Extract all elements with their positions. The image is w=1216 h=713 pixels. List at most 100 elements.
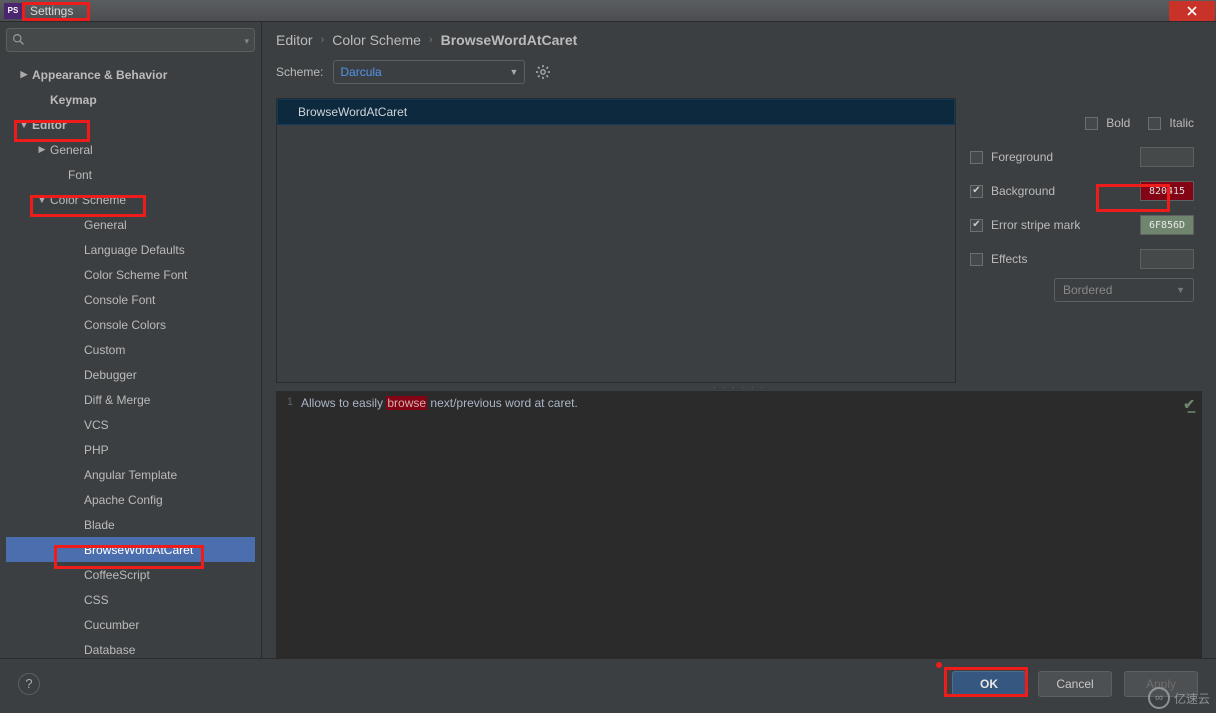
highlighted-word: browse: [386, 396, 427, 410]
foreground-checkbox[interactable]: [970, 151, 983, 164]
background-swatch[interactable]: 820415: [1140, 181, 1194, 201]
settings-tree[interactable]: ▶Appearance & BehaviorKeymap▼Editor▶Gene…: [6, 58, 255, 658]
tree-item-label: CSS: [84, 593, 109, 607]
chevron-right-icon: ▶: [36, 144, 48, 155]
italic-label: Italic: [1169, 116, 1194, 130]
settings-search-input[interactable]: [6, 28, 255, 52]
effects-swatch[interactable]: [1140, 249, 1194, 269]
tree-item-label: Blade: [84, 518, 115, 532]
titlebar: PS Settings: [0, 0, 1216, 22]
tree-item-php[interactable]: PHP: [6, 437, 255, 462]
chevron-right-icon: ›: [429, 34, 433, 46]
bold-label: Bold: [1106, 116, 1130, 130]
scheme-label: Scheme:: [276, 65, 323, 79]
bold-checkbox[interactable]: [1085, 117, 1098, 130]
tree-item-label: Cucumber: [84, 618, 139, 632]
help-button[interactable]: ?: [18, 673, 40, 695]
tree-item-general[interactable]: ▶General: [6, 137, 255, 162]
chevron-down-icon: ▼: [18, 120, 30, 130]
tree-item-database[interactable]: Database: [6, 637, 255, 658]
preview-panel: 1 Allows to easily browse next/previous …: [276, 391, 1202, 658]
effects-type-select[interactable]: Bordered ▼: [1054, 278, 1194, 302]
tree-item-general[interactable]: General: [6, 212, 255, 237]
tree-item-label: Custom: [84, 343, 125, 357]
tree-item-console-font[interactable]: Console Font: [6, 287, 255, 312]
chevron-down-icon: ▼: [36, 195, 48, 205]
tree-item-label: Database: [84, 643, 135, 657]
ok-button[interactable]: OK: [952, 671, 1026, 697]
tree-item-angular-template[interactable]: Angular Template: [6, 462, 255, 487]
tree-item-custom[interactable]: Custom: [6, 337, 255, 362]
tree-item-label: General: [84, 218, 127, 232]
dialog-footer: ? OK Cancel Apply: [0, 658, 1216, 708]
tree-item-label: Diff & Merge: [84, 393, 150, 407]
search-history-icon[interactable]: ▾: [244, 36, 249, 47]
splitter-handle[interactable]: · · · · · ·: [262, 383, 1216, 391]
watermark-icon: ∞: [1148, 687, 1170, 709]
watermark-text: 亿速云: [1174, 690, 1210, 707]
breadcrumb-colorscheme[interactable]: Color Scheme: [332, 32, 421, 48]
tree-item-color-scheme[interactable]: ▼Color Scheme: [6, 187, 255, 212]
tree-item-apache-config[interactable]: Apache Config: [6, 487, 255, 512]
search-icon: [12, 33, 25, 46]
tree-item-label: PHP: [84, 443, 109, 457]
foreground-swatch[interactable]: [1140, 147, 1194, 167]
effects-type-value: Bordered: [1063, 283, 1112, 297]
tree-item-label: Color Scheme Font: [84, 268, 187, 282]
tree-item-label: VCS: [84, 418, 109, 432]
scheme-value: Darcula: [340, 65, 381, 79]
list-item[interactable]: BrowseWordAtCaret: [277, 99, 955, 125]
tree-item-label: Language Defaults: [84, 243, 185, 257]
tree-item-coffeescript[interactable]: CoffeeScript: [6, 562, 255, 587]
tree-item-label: Angular Template: [84, 468, 177, 482]
errorstripe-checkbox[interactable]: [970, 219, 983, 232]
tree-item-label: Debugger: [84, 368, 137, 382]
tree-item-label: Editor: [32, 118, 67, 132]
tree-item-color-scheme-font[interactable]: Color Scheme Font: [6, 262, 255, 287]
tree-item-diff-merge[interactable]: Diff & Merge: [6, 387, 255, 412]
tree-item-console-colors[interactable]: Console Colors: [6, 312, 255, 337]
tree-item-label: BrowseWordAtCaret: [84, 543, 193, 557]
tree-item-label: Keymap: [50, 93, 97, 107]
background-checkbox[interactable]: [970, 185, 983, 198]
gear-icon[interactable]: [535, 64, 551, 80]
watermark: ∞ 亿速云: [1148, 687, 1210, 709]
tree-item-label: Appearance & Behavior: [32, 68, 167, 82]
preview-code: Allows to easily browse next/previous wo…: [277, 392, 1201, 410]
close-icon: [1187, 6, 1197, 16]
foreground-label: Foreground: [991, 150, 1053, 164]
window-title: Settings: [26, 4, 77, 18]
inspection-icon[interactable]: ✔̲: [1183, 396, 1195, 413]
tree-item-debugger[interactable]: Debugger: [6, 362, 255, 387]
tree-item-font[interactable]: Font: [6, 162, 255, 187]
breadcrumb: Editor › Color Scheme › BrowseWordAtCare…: [262, 22, 1216, 54]
tree-item-vcs[interactable]: VCS: [6, 412, 255, 437]
tree-item-css[interactable]: CSS: [6, 587, 255, 612]
chevron-right-icon: ›: [321, 34, 325, 46]
effects-checkbox[interactable]: [970, 253, 983, 266]
chevron-down-icon: ▼: [1176, 285, 1185, 295]
tree-item-keymap[interactable]: Keymap: [6, 87, 255, 112]
breadcrumb-editor[interactable]: Editor: [276, 32, 313, 48]
tree-item-label: Font: [68, 168, 92, 182]
italic-checkbox[interactable]: [1148, 117, 1161, 130]
app-icon: PS: [4, 3, 22, 19]
errorstripe-swatch[interactable]: 6F856D: [1140, 215, 1194, 235]
errorstripe-label: Error stripe mark: [991, 218, 1080, 232]
tree-item-language-defaults[interactable]: Language Defaults: [6, 237, 255, 262]
tree-item-appearance-behavior[interactable]: ▶Appearance & Behavior: [6, 62, 255, 87]
settings-sidebar: ▾ ▶Appearance & BehaviorKeymap▼Editor▶Ge…: [0, 22, 262, 658]
chevron-right-icon: ▶: [18, 69, 30, 80]
line-number: 1: [277, 392, 297, 408]
breadcrumb-current: BrowseWordAtCaret: [441, 32, 578, 48]
attribute-list[interactable]: BrowseWordAtCaret: [276, 98, 956, 383]
tree-item-browsewordatcaret[interactable]: BrowseWordAtCaret: [6, 537, 255, 562]
tree-item-editor[interactable]: ▼Editor: [6, 112, 255, 137]
window-close-button[interactable]: [1169, 1, 1215, 21]
cancel-button[interactable]: Cancel: [1038, 671, 1112, 697]
chevron-down-icon: ▼: [509, 67, 518, 77]
scheme-select[interactable]: Darcula ▼: [333, 60, 525, 84]
tree-item-blade[interactable]: Blade: [6, 512, 255, 537]
tree-item-cucumber[interactable]: Cucumber: [6, 612, 255, 637]
tree-item-label: General: [50, 143, 93, 157]
